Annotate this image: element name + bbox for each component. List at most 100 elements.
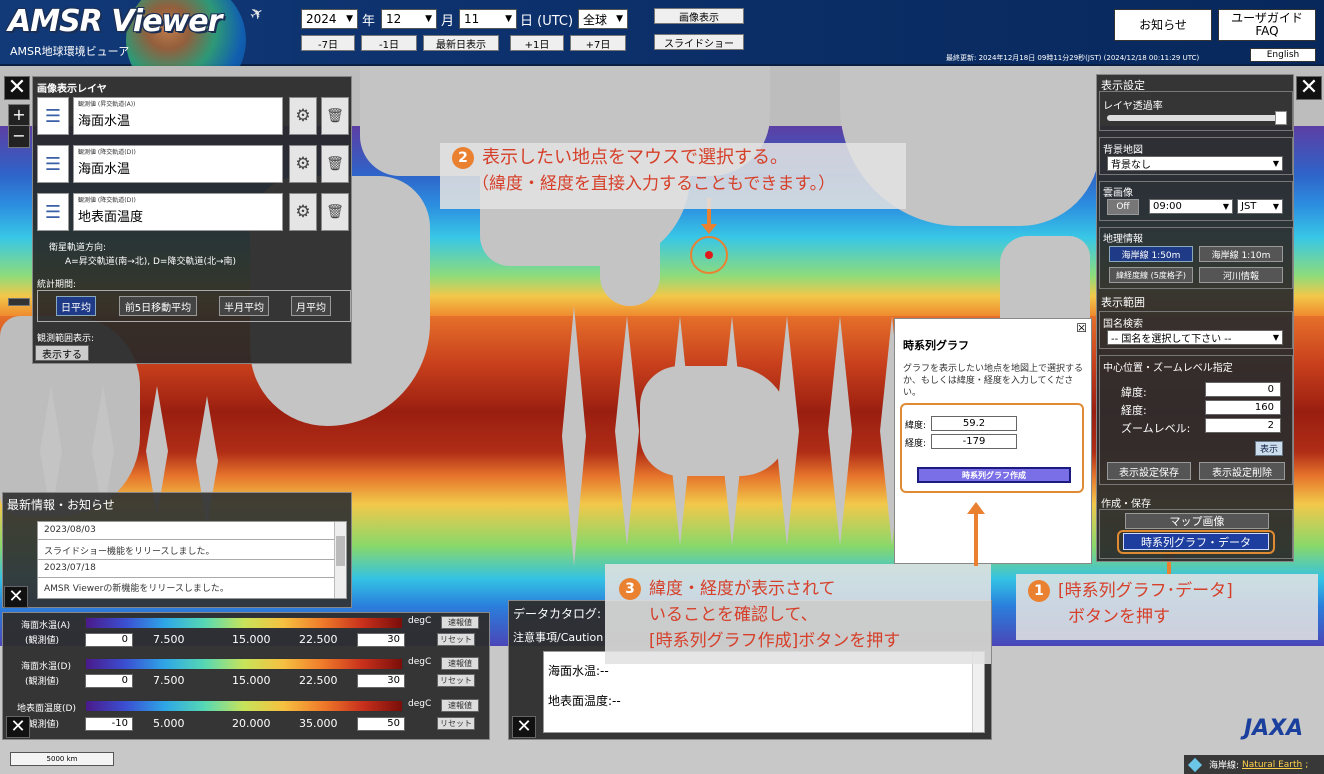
colorbar-max-input[interactable]: 50 xyxy=(357,717,405,731)
annotation-step2-line1: 2 表示したい地点をマウスで選択する。 xyxy=(452,145,894,171)
colorbar-sub: (観測値) xyxy=(25,636,60,646)
opacity-slider-handle[interactable] xyxy=(1275,111,1287,125)
zoom-level-input[interactable]: 2 xyxy=(1205,418,1281,433)
reset-button[interactable]: リセット xyxy=(437,674,475,687)
selected-point-marker[interactable] xyxy=(705,251,713,259)
close-catalog-button[interactable]: ✕ xyxy=(512,716,536,738)
header: AMSR Viewer ✈ AMSR地球環境ビューア 2024 ▼ 年 12 ▼ 月… xyxy=(0,0,1324,100)
show-position-button[interactable]: 表示 xyxy=(1255,441,1283,456)
step1-number: 1 xyxy=(1028,580,1050,602)
plus-1-day-button[interactable]: +1日 xyxy=(510,35,564,51)
reset-button[interactable]: リセット xyxy=(437,633,475,646)
news-text[interactable]: AMSR Viewerの新機能をリリースしました。 xyxy=(38,578,346,596)
gear-icon[interactable]: ⚙ xyxy=(289,145,317,183)
quick-value-button[interactable]: 速報値 xyxy=(441,657,479,670)
image-display-button[interactable]: 画像表示 xyxy=(654,8,744,24)
save-settings-button[interactable]: 表示設定保存 xyxy=(1107,462,1191,480)
step3-text1: 緯度・経度が表示されて xyxy=(649,579,836,599)
period-monthly-button[interactable]: 月平均 xyxy=(291,296,331,316)
minus-1-day-button[interactable]: -1日 xyxy=(361,35,417,51)
notice-button[interactable]: お知らせ xyxy=(1114,9,1212,41)
latest-day-button[interactable]: 最新日表示 xyxy=(423,35,499,51)
gridlines-button[interactable]: 緯経度線 (5度格子) xyxy=(1109,267,1193,283)
day-select[interactable]: 11 ▼ xyxy=(459,9,517,29)
trash-icon[interactable]: 🗑 xyxy=(321,97,349,135)
month-select[interactable]: 12 ▼ xyxy=(381,9,437,29)
layer-selector-1[interactable]: 観測値 (昇交軌道(A)) 海面水温 xyxy=(73,97,283,135)
catalog-caution-link[interactable]: 注意事項/Caution xyxy=(513,629,603,645)
gear-icon[interactable]: ⚙ xyxy=(289,193,317,231)
period-title: 統計期間: xyxy=(37,280,77,290)
ts-lon-input[interactable]: -179 xyxy=(931,434,1017,449)
colorbar-gradient xyxy=(85,617,403,629)
layer-type-label: 観測値 (降交軌道(D)) xyxy=(78,149,136,156)
colorbar-min-input[interactable]: -10 xyxy=(85,717,133,731)
cloud-tz-select[interactable]: JST ▼ xyxy=(1237,199,1283,214)
chevron-down-icon: ▼ xyxy=(505,14,512,24)
cloud-time-select[interactable]: 09:00 ▼ xyxy=(1149,199,1233,214)
gear-icon[interactable]: ⚙ xyxy=(289,97,317,135)
colorbar-min-input[interactable]: 0 xyxy=(85,633,133,647)
create-timeseries-button[interactable]: 時系列グラフ作成 xyxy=(917,467,1071,483)
colorbar-unit: degC xyxy=(408,657,432,667)
rivers-button[interactable]: 河川情報 xyxy=(1199,267,1283,283)
timeseries-data-button[interactable]: 時系列グラフ・データ xyxy=(1123,533,1269,550)
colorbar-min-input[interactable]: 0 xyxy=(85,674,133,688)
coastline-10m-button[interactable]: 海岸線 1:10m xyxy=(1199,246,1283,262)
trash-icon[interactable]: 🗑 xyxy=(321,193,349,231)
slideshow-button[interactable]: スライドショー xyxy=(654,34,744,50)
minus-7-day-button[interactable]: -7日 xyxy=(301,35,355,51)
layers-icon[interactable]: ☰ xyxy=(37,97,69,135)
collapse-handle[interactable] xyxy=(8,298,30,306)
plus-7-day-button[interactable]: +7日 xyxy=(570,35,626,51)
layer-card-2: ☰ 観測値 (降交軌道(D)) 海面水温 ⚙ 🗑 xyxy=(37,145,351,189)
quick-value-button[interactable]: 速報値 xyxy=(441,616,479,629)
catalog-scrollbar[interactable] xyxy=(972,652,984,732)
country-select[interactable]: -- 国名を選択して下さい -- ▼ xyxy=(1107,330,1283,345)
period-halfmonth-button[interactable]: 半月平均 xyxy=(219,296,269,316)
obs-range-show-button[interactable]: 表示する xyxy=(35,345,89,361)
close-colorbar-button[interactable]: ✕ xyxy=(6,716,30,738)
close-settings-panel-button[interactable]: ✕ xyxy=(1296,76,1322,100)
english-button[interactable]: English xyxy=(1250,48,1316,62)
quick-value-button[interactable]: 速報値 xyxy=(441,699,479,712)
trash-icon[interactable]: 🗑 xyxy=(321,145,349,183)
news-text[interactable]: スライドショー機能をリリースしました。 xyxy=(38,540,346,560)
period-daily-button[interactable]: 日平均 xyxy=(56,296,96,316)
center-lon-input[interactable]: 160 xyxy=(1205,400,1281,415)
map-image-button[interactable]: マップ画像 xyxy=(1125,513,1269,529)
news-scroll-thumb[interactable] xyxy=(336,536,345,566)
close-layer-panel-button[interactable]: ✕ xyxy=(4,76,30,100)
news-title: 最新情報・お知らせ xyxy=(7,498,115,512)
news-scrollbar[interactable] xyxy=(334,522,346,598)
zoom-out-button[interactable]: − xyxy=(9,126,29,147)
colorbar-max-input[interactable]: 30 xyxy=(357,674,405,688)
layers-icon[interactable]: ☰ xyxy=(37,145,69,183)
news-panel: 最新情報・お知らせ 2023/08/03 スライドショー機能をリリースしました。… xyxy=(2,492,352,608)
layers-icon[interactable]: ☰ xyxy=(37,193,69,231)
period-5day-button[interactable]: 前5日移動平均 xyxy=(119,296,197,316)
layer-card-1: ☰ 観測値 (昇交軌道(A)) 海面水温 ⚙ 🗑 xyxy=(37,97,351,141)
reset-button[interactable]: リセット xyxy=(437,717,475,730)
step3-number: 3 xyxy=(619,578,641,600)
delete-settings-button[interactable]: 表示設定削除 xyxy=(1199,462,1285,480)
user-guide-faq-button[interactable]: ユーザガイド FAQ xyxy=(1218,9,1316,41)
chevron-down-icon: ▼ xyxy=(1222,202,1229,211)
center-lat-input[interactable]: 0 xyxy=(1205,382,1281,397)
region-select[interactable]: 全球 ▼ xyxy=(578,9,628,29)
cloud-toggle[interactable]: Off xyxy=(1107,199,1139,215)
basemap-select[interactable]: 背景なし ▼ xyxy=(1107,156,1283,171)
layer-selector-2[interactable]: 観測値 (降交軌道(D)) 海面水温 xyxy=(73,145,283,183)
colorbar-max-input[interactable]: 30 xyxy=(357,633,405,647)
chevron-down-icon: ▼ xyxy=(616,14,623,24)
opacity-slider-track[interactable] xyxy=(1107,115,1283,121)
coastline-50m-button[interactable]: 海岸線 1:50m xyxy=(1109,246,1193,262)
ts-lat-input[interactable]: 59.2 xyxy=(931,416,1017,431)
obs-range-title: 観測範囲表示: xyxy=(37,334,95,344)
close-news-button[interactable]: ✕ xyxy=(4,586,28,608)
natural-earth-link[interactable]: Natural Earth xyxy=(1242,760,1302,770)
layer-selector-3[interactable]: 観測値 (降交軌道(D)) 地表面温度 xyxy=(73,193,283,231)
year-select[interactable]: 2024 ▼ xyxy=(301,9,358,29)
close-icon[interactable]: ☒ xyxy=(1076,321,1087,335)
zoom-in-button[interactable]: + xyxy=(9,105,29,126)
